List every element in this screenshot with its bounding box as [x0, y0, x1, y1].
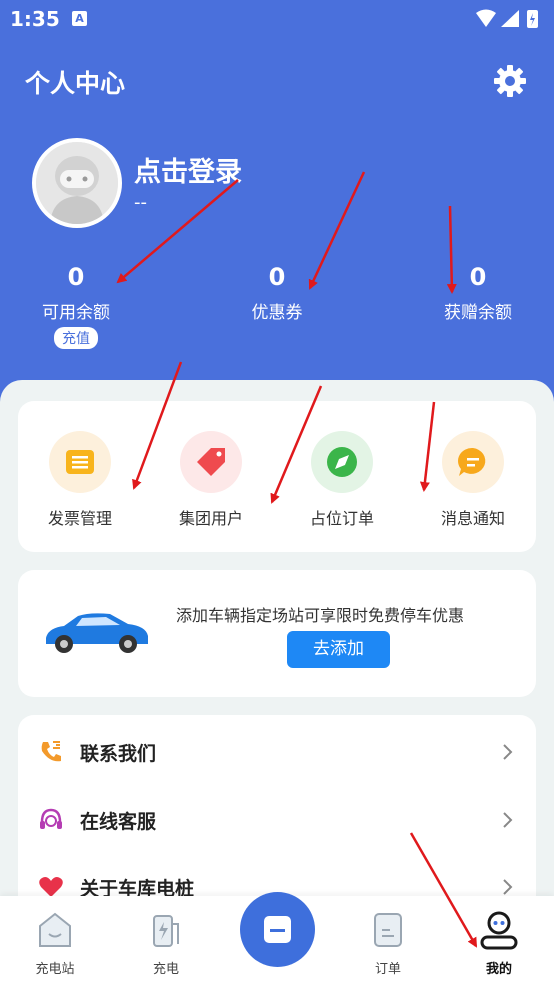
scan-center-button[interactable] — [240, 892, 315, 967]
tag-icon — [180, 431, 242, 493]
avatar[interactable] — [32, 138, 122, 228]
menu-item-service-label: 在线客服 — [80, 811, 157, 833]
function-notifications-label: 消息通知 — [440, 509, 505, 528]
tab-charge-label: 充电 — [152, 962, 179, 977]
tab-stations[interactable]: 充电站 — [15, 910, 95, 977]
balance-label: 可用余额 — [42, 303, 110, 323]
chat-icon — [442, 431, 504, 493]
function-group-user-label: 集团用户 — [178, 509, 243, 528]
status-icons — [476, 9, 538, 28]
function-placeholder-order[interactable]: 占位订单 — [292, 431, 392, 529]
gift-balance-value: 0 — [469, 263, 487, 291]
tab-charge[interactable]: 充电 — [126, 910, 206, 977]
invoice-icon — [49, 431, 111, 493]
function-notifications[interactable]: 消息通知 — [423, 431, 523, 529]
menu-item-contact[interactable]: 联系我们 — [18, 721, 536, 781]
chevron-right-icon — [503, 879, 513, 895]
order-icon — [374, 913, 402, 947]
function-card: 发票管理 集团用户 占位订单 消息通知 — [18, 401, 536, 552]
stat-coupons[interactable]: 0 优惠券 — [207, 262, 347, 323]
headset-icon — [40, 808, 62, 829]
status-bar: 1:35 A — [0, 0, 554, 38]
notification-a-icon: A — [72, 11, 87, 26]
gift-balance-label: 获赠余额 — [444, 303, 512, 323]
menu-item-contact-label: 联系我们 — [80, 743, 157, 765]
chevron-right-icon — [503, 744, 513, 760]
balance-value: 0 — [67, 263, 85, 291]
page-title: 个人中心 — [25, 69, 126, 98]
stat-balance[interactable]: 0 可用余额 充值 — [6, 262, 146, 349]
promo-text: 添加车辆指定场站可享限时免费停车优惠 — [176, 606, 465, 625]
robot-avatar-icon — [36, 142, 118, 224]
stat-gift-balance[interactable]: 0 获赠余额 — [408, 262, 548, 323]
station-icon — [39, 912, 71, 947]
coupons-label: 优惠券 — [251, 303, 303, 323]
add-vehicle-button[interactable]: 去添加 — [287, 631, 390, 668]
add-vehicle-card: 添加车辆指定场站可享限时免费停车优惠 去添加 — [18, 570, 536, 697]
signal-icon — [501, 10, 519, 27]
status-time: 1:35 — [10, 7, 60, 31]
coupons-value: 0 — [268, 263, 286, 291]
car-icon — [46, 613, 148, 653]
menu-item-service[interactable]: 在线客服 — [18, 789, 536, 849]
recharge-button[interactable]: 充值 — [54, 327, 98, 349]
tab-orders[interactable]: 订单 — [348, 910, 428, 977]
login-text[interactable]: 点击登录 — [134, 150, 242, 189]
scan-icon — [264, 916, 291, 943]
profile-icon — [480, 911, 518, 950]
tab-stations-label: 充电站 — [35, 962, 75, 977]
function-placeholder-order-label: 占位订单 — [309, 509, 374, 528]
phone-icon — [41, 741, 61, 762]
function-invoice[interactable]: 发票管理 — [30, 431, 130, 529]
wifi-icon — [476, 9, 496, 27]
tab-mine[interactable]: 我的 — [459, 910, 539, 977]
function-invoice-label: 发票管理 — [47, 509, 112, 528]
chevron-right-icon — [503, 812, 513, 828]
tab-mine-label: 我的 — [485, 962, 512, 977]
function-group-user[interactable]: 集团用户 — [161, 431, 261, 529]
charger-icon — [153, 915, 179, 947]
login-subtext: -- — [134, 192, 147, 213]
gear-icon[interactable] — [492, 63, 528, 99]
compass-icon — [311, 431, 373, 493]
tab-orders-label: 订单 — [374, 962, 401, 977]
bottom-tab-bar: 充电站 充电 订单 我的 — [0, 892, 554, 984]
